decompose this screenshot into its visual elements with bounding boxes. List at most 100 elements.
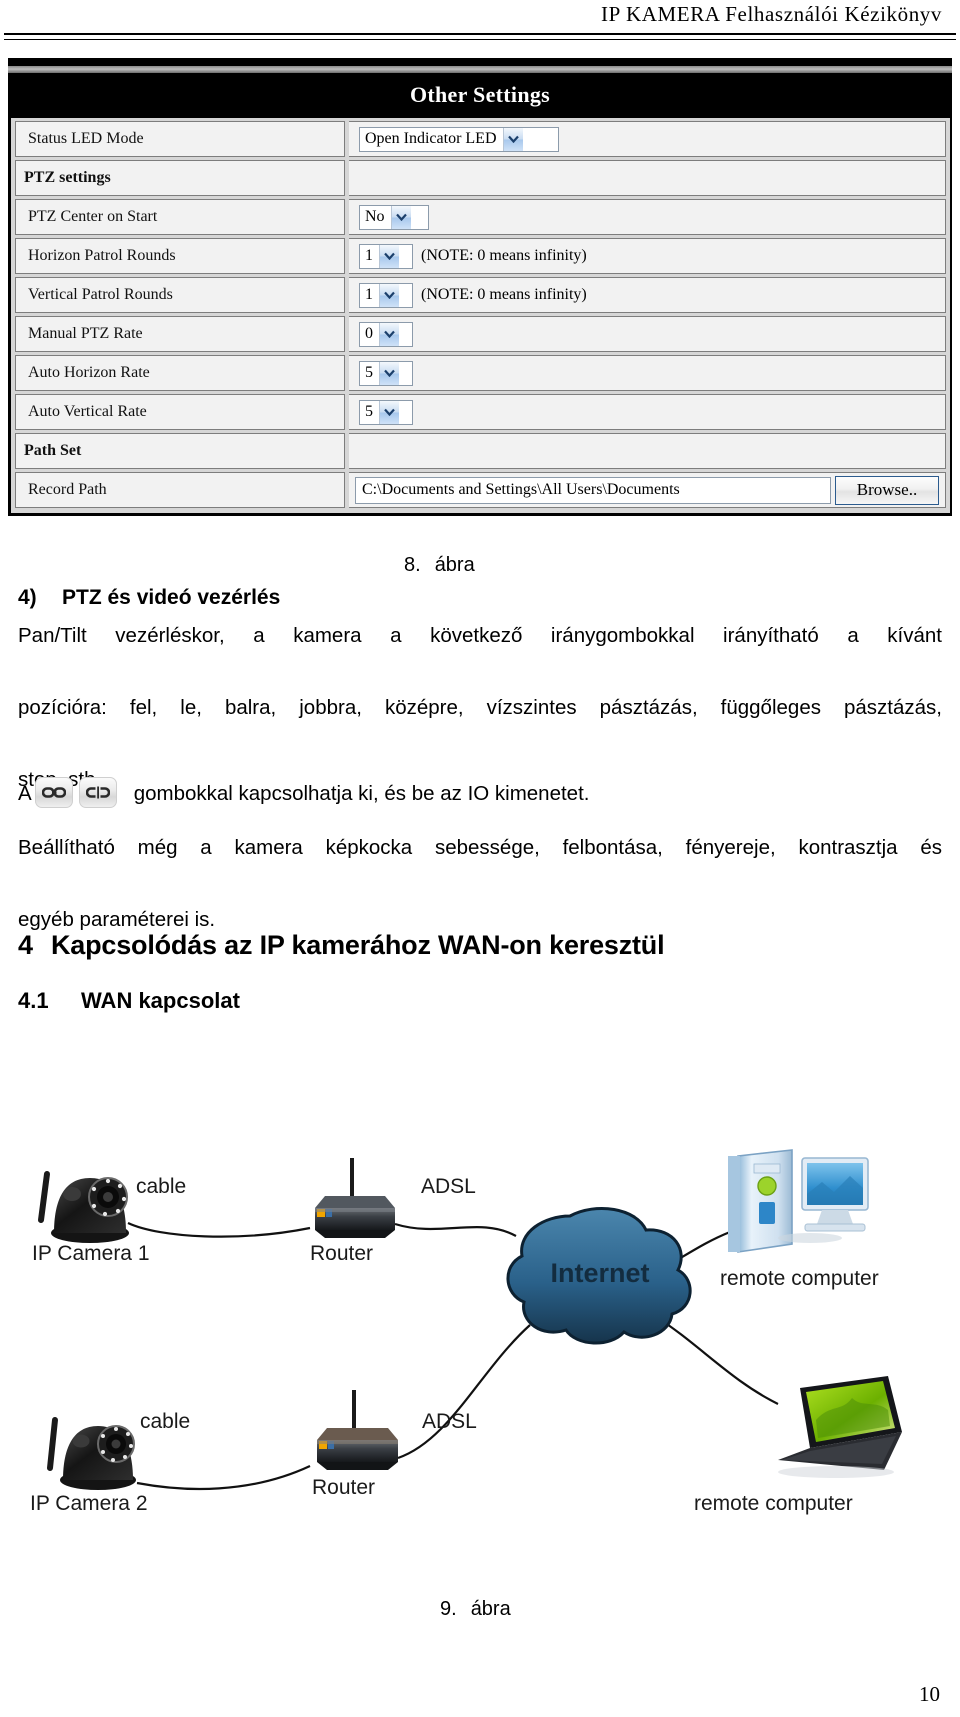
browse-button[interactable]: Browse.. — [835, 475, 939, 505]
setting-value-cell: 5 — [349, 355, 946, 391]
chapter-4-marker: 4 — [18, 930, 33, 960]
io-line-suffix: gombokkal kapcsolhatja ki, és be az IO k… — [133, 782, 590, 805]
status-led-mode-select[interactable]: Open Indicator LED — [359, 126, 559, 152]
auto-vertical-rate-select[interactable]: 5 — [359, 399, 413, 425]
figure-8-word: ábra — [434, 554, 475, 576]
chevron-down-icon[interactable] — [379, 361, 399, 385]
record-path-input[interactable]: C:\Documents and Settings\All Users\Docu… — [355, 476, 831, 504]
chevron-down-icon[interactable] — [502, 127, 523, 151]
label-ip-camera-1: IP Camera 1 — [32, 1242, 150, 1265]
table-row: Manual PTZ Rate 0 — [15, 316, 946, 352]
chapter-4-1-heading: 4.1 WAN kapcsolat — [18, 988, 942, 1014]
auto-horizon-rate-select[interactable]: 5 — [359, 360, 413, 386]
setting-value-cell: Open Indicator LED — [349, 121, 946, 157]
setting-label: Auto Vertical Rate — [15, 394, 345, 430]
figure-9-caption: 9. ábra — [440, 1598, 511, 1621]
label-adsl-bottom: ADSL — [422, 1410, 477, 1433]
wan-network-diagram: Internet IP Camera 1 cable Router ADSL r… — [10, 1120, 950, 1590]
table-row: PTZ Center on Start No — [15, 199, 946, 235]
screenshot-titlebar: Other Settings — [8, 58, 952, 118]
setting-label: Auto Horizon Rate — [15, 355, 345, 391]
select-value: 0 — [365, 325, 373, 342]
setting-label: Record Path — [15, 472, 345, 508]
setting-value-cell: 0 — [349, 316, 946, 352]
figure-8-caption: 8. ábra — [404, 554, 475, 577]
setting-value-cell: 1 (NOTE: 0 means infinity) — [349, 238, 946, 274]
label-router-top: Router — [310, 1242, 374, 1265]
manual-ptz-rate-select[interactable]: 0 — [359, 321, 413, 347]
horizon-patrol-rounds-select[interactable]: 1 — [359, 243, 413, 269]
setting-label: Horizon Patrol Rounds — [15, 238, 345, 274]
table-row: Status LED Mode Open Indicator LED — [15, 121, 946, 157]
select-value: Open Indicator LED — [365, 130, 497, 147]
setting-value-cell — [349, 433, 946, 469]
figure-9-number: 9. — [440, 1598, 457, 1620]
chapter-4-1-title: WAN kapcsolat — [81, 988, 240, 1013]
select-value: 1 — [365, 247, 373, 264]
ptz-paragraph-line-2: pozícióra: fel, le, balra, jobbra, közép… — [18, 696, 942, 719]
label-remote-laptop: remote computer — [694, 1492, 853, 1515]
section-4-marker: 4) — [18, 586, 37, 609]
table-row: Path Set — [15, 433, 946, 469]
label-cable-top: cable — [136, 1175, 187, 1198]
label-cable-bottom: cable — [140, 1410, 191, 1433]
chevron-down-icon[interactable] — [390, 205, 411, 229]
ptz-paragraph2-line-1: Beállítható még a kamera képkocka sebess… — [18, 836, 942, 859]
chevron-down-icon[interactable] — [379, 283, 399, 307]
setting-value-cell — [349, 160, 946, 196]
settings-table: Status LED Mode Open Indicator LED PTZ s… — [8, 118, 952, 516]
io-off-button[interactable] — [78, 777, 117, 808]
label-router-bottom: Router — [312, 1476, 376, 1499]
ip-camera-2-icon — [47, 1417, 136, 1490]
other-settings-screenshot: Other Settings Status LED Mode Open Indi… — [8, 58, 952, 516]
table-row: Horizon Patrol Rounds 1 (NOTE: 0 means i… — [15, 238, 946, 274]
ip-camera-1-icon — [38, 1171, 129, 1243]
internet-cloud-icon: Internet — [506, 1207, 692, 1345]
setting-label: Vertical Patrol Rounds — [15, 277, 345, 313]
label-ip-camera-2: IP Camera 2 — [30, 1492, 148, 1515]
link-router2-internet — [397, 1324, 531, 1460]
setting-value-cell: 1 (NOTE: 0 means infinity) — [349, 277, 946, 313]
ptz-center-on-start-select[interactable]: No — [359, 204, 429, 230]
chevron-down-icon[interactable] — [379, 400, 399, 424]
chevron-down-icon[interactable] — [379, 322, 399, 346]
page-running-header: IP KAMERA Felhasználói Kézikönyv — [0, 0, 960, 40]
select-value: No — [365, 208, 385, 225]
vertical-patrol-rounds-select[interactable]: 1 — [359, 282, 413, 308]
ptz-paragraph-1: Pan/Tilt vezérléskor, a kamera a követke… — [18, 618, 942, 798]
page-number: 10 — [919, 1682, 940, 1706]
select-value: 1 — [365, 286, 373, 303]
chain-link-connected-icon — [41, 775, 66, 811]
header-divider — [4, 33, 956, 40]
section-label-ptz-settings: PTZ settings — [15, 160, 345, 196]
chapter-4-title: Kapcsolódás az IP kamerához WAN-on keres… — [51, 930, 665, 960]
section-label-path-set: Path Set — [15, 433, 345, 469]
ptz-paragraph-line-1: Pan/Tilt vezérléskor, a kamera a követke… — [18, 624, 942, 647]
internet-cloud-label: Internet — [550, 1258, 649, 1288]
table-row: PTZ settings — [15, 160, 946, 196]
router-top-icon — [315, 1158, 395, 1238]
table-row: Record Path C:\Documents and Settings\Al… — [15, 472, 946, 508]
label-adsl-top: ADSL — [421, 1175, 476, 1198]
setting-note: (NOTE: 0 means infinity) — [421, 286, 587, 303]
link-camera2-router2 — [136, 1465, 311, 1491]
chevron-down-icon[interactable] — [379, 244, 399, 268]
figure-8-number: 8. — [404, 554, 421, 576]
chapter-4-1-marker: 4.1 — [18, 988, 49, 1013]
remote-laptop-icon — [778, 1376, 902, 1478]
titlebar-stripe — [8, 66, 952, 73]
link-camera1-router — [127, 1222, 311, 1238]
section-ptz-video-control: 4) PTZ és videó vezérlés — [18, 586, 942, 610]
setting-label: Manual PTZ Rate — [15, 316, 345, 352]
label-remote-desktop: remote computer — [720, 1267, 879, 1290]
table-row: Vertical Patrol Rounds 1 (NOTE: 0 means … — [15, 277, 946, 313]
router-bottom-icon — [317, 1390, 398, 1470]
io-on-button[interactable] — [34, 775, 73, 811]
section-4-title: PTZ és videó vezérlés — [62, 586, 281, 609]
figure-9-word: ábra — [470, 1598, 511, 1620]
io-toggle-line: A gombokkal kapcsolhatja ki, és be az IO… — [18, 776, 942, 812]
setting-value-cell: 5 — [349, 394, 946, 430]
io-line-prefix: A — [18, 782, 32, 805]
setting-value-cell: C:\Documents and Settings\All Users\Docu… — [349, 472, 946, 508]
setting-label: Status LED Mode — [15, 121, 345, 157]
